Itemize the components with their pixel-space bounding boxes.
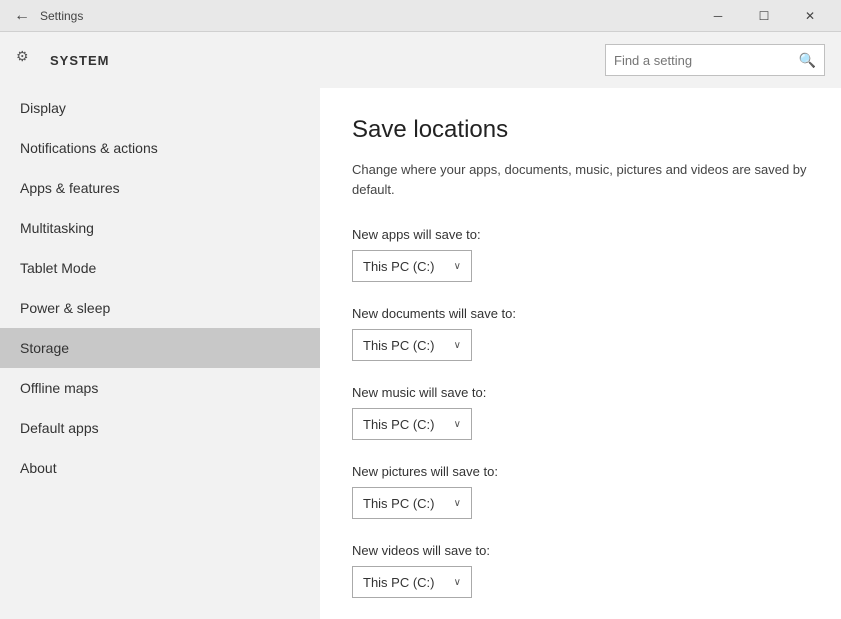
sidebar-item-display[interactable]: Display (0, 88, 320, 128)
page-title: Save locations (352, 116, 809, 144)
dropdown-value-3: This PC (C:) (363, 496, 435, 511)
window-controls: ─ ☐ ✕ (695, 0, 833, 32)
system-title: SYSTEM (50, 53, 605, 68)
search-input[interactable] (614, 53, 799, 68)
setting-group-1: New documents will save to: This PC (C:) ∨ (352, 306, 809, 361)
dropdown-0[interactable]: This PC (C:) ∨ (352, 250, 472, 282)
search-box: 🔍 (605, 44, 825, 76)
setting-label-0: New apps will save to: (352, 227, 809, 242)
chevron-down-icon-3: ∨ (454, 498, 461, 509)
sidebar-item-notifications-actions[interactable]: Notifications & actions (0, 128, 320, 168)
chevron-down-icon-2: ∨ (454, 419, 461, 430)
dropdown-value-4: This PC (C:) (363, 575, 435, 590)
setting-group-4: New videos will save to: This PC (C:) ∨ (352, 543, 809, 598)
search-icon: 🔍 (799, 52, 816, 69)
setting-label-2: New music will save to: (352, 385, 809, 400)
setting-label-4: New videos will save to: (352, 543, 809, 558)
sidebar-item-storage[interactable]: Storage (0, 328, 320, 368)
main-content: Save locations Change where your apps, d… (320, 88, 841, 619)
dropdown-value-0: This PC (C:) (363, 259, 435, 274)
setting-label-1: New documents will save to: (352, 306, 809, 321)
close-button[interactable]: ✕ (787, 0, 833, 32)
sidebar-item-apps-features[interactable]: Apps & features (0, 168, 320, 208)
maximize-button[interactable]: ☐ (741, 0, 787, 32)
settings-container: New apps will save to:This PC (C:)∨New d… (352, 227, 809, 598)
setting-group-3: New pictures will save to: This PC (C:) ∨ (352, 464, 809, 519)
minimize-button[interactable]: ─ (695, 0, 741, 32)
window-title: Settings (40, 9, 695, 23)
dropdown-2[interactable]: This PC (C:) ∨ (352, 408, 472, 440)
setting-label-3: New pictures will save to: (352, 464, 809, 479)
sidebar-item-power-sleep[interactable]: Power & sleep (0, 288, 320, 328)
sidebar-item-multitasking[interactable]: Multitasking (0, 208, 320, 248)
sidebar: DisplayNotifications & actionsApps & fea… (0, 88, 320, 619)
chevron-down-icon-4: ∨ (454, 577, 461, 588)
setting-group-0: New apps will save to: This PC (C:) ∨ (352, 227, 809, 282)
dropdown-4[interactable]: This PC (C:) ∨ (352, 566, 472, 598)
system-icon: ⚙ (16, 48, 40, 72)
sidebar-item-default-apps[interactable]: Default apps (0, 408, 320, 448)
page-description: Change where your apps, documents, music… (352, 160, 809, 199)
title-bar: ← Settings ─ ☐ ✕ (0, 0, 841, 32)
dropdown-value-2: This PC (C:) (363, 417, 435, 432)
dropdown-value-1: This PC (C:) (363, 338, 435, 353)
setting-group-2: New music will save to: This PC (C:) ∨ (352, 385, 809, 440)
sidebar-item-tablet-mode[interactable]: Tablet Mode (0, 248, 320, 288)
system-header: ⚙ SYSTEM 🔍 (0, 32, 841, 88)
chevron-down-icon-0: ∨ (454, 261, 461, 272)
dropdown-3[interactable]: This PC (C:) ∨ (352, 487, 472, 519)
back-button[interactable]: ← (8, 2, 36, 30)
sidebar-item-offline-maps[interactable]: Offline maps (0, 368, 320, 408)
sidebar-item-about[interactable]: About (0, 448, 320, 488)
chevron-down-icon-1: ∨ (454, 340, 461, 351)
content-area: DisplayNotifications & actionsApps & fea… (0, 88, 841, 619)
dropdown-1[interactable]: This PC (C:) ∨ (352, 329, 472, 361)
